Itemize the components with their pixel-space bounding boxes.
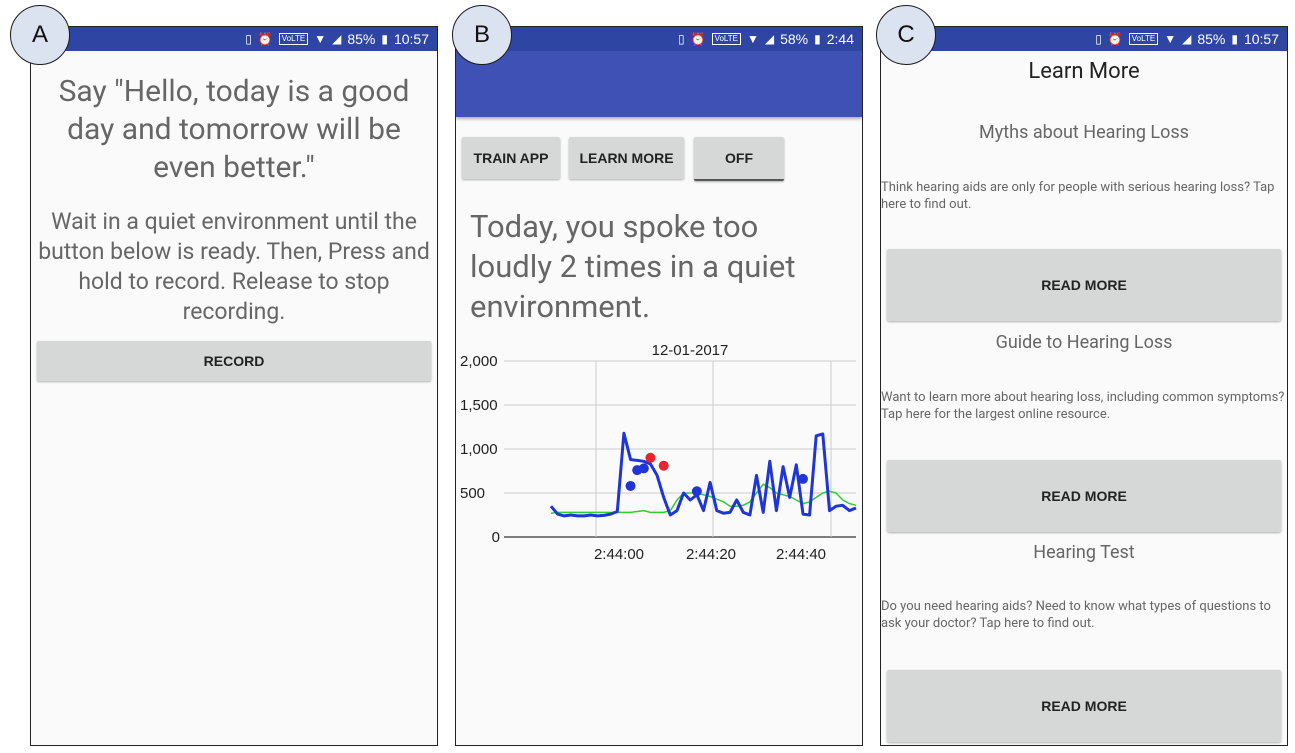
vibrate-icon: ▯	[678, 32, 685, 46]
loudness-chart: 12-01-2017 2,000 1,500 1,000 500 0 2:44:00 2:44…	[460, 342, 857, 563]
signal-icon: ◢	[764, 32, 775, 46]
vibrate-icon: ▯	[1095, 32, 1102, 46]
section-heading: Hearing Test	[1033, 542, 1135, 563]
battery-percent: 85%	[347, 31, 376, 47]
y-tick-label: 1,500	[460, 397, 498, 414]
panel-label-c: C	[876, 5, 936, 65]
data-point	[797, 473, 808, 484]
learn-more-button[interactable]: LEARN MORE	[569, 137, 684, 179]
wifi-icon: ▼	[314, 32, 327, 46]
train-app-button[interactable]: TRAIN APP	[462, 137, 560, 179]
screen-learn-more: ▯ ⏰ VoLTE ▼ ◢ 85% ▮ 10:57 Learn More Myt…	[880, 26, 1288, 746]
series-line	[549, 431, 857, 518]
panel-label-a: A	[10, 5, 70, 65]
volte-icon: VoLTE	[1128, 33, 1159, 45]
y-tick-label: 2,000	[460, 353, 498, 370]
wifi-icon: ▼	[746, 32, 759, 46]
section-heading: Guide to Hearing Loss	[995, 332, 1173, 353]
battery-charging-icon: ▮	[1231, 32, 1238, 46]
y-tick-label: 0	[492, 529, 500, 546]
y-tick-label: 1,000	[460, 441, 498, 458]
data-point	[658, 460, 669, 471]
y-tick-label: 500	[460, 485, 485, 502]
alarm-icon: ⏰	[1107, 32, 1123, 46]
status-bar: ▯ ⏰ VoLTE ▼ ◢ 58% ▮ 2:44	[456, 27, 862, 51]
status-bar: ▯ ⏰ VoLTE ▼ ◢ 85% ▮ 10:57	[881, 27, 1287, 51]
wifi-icon: ▼	[1164, 32, 1177, 46]
vibrate-icon: ▯	[245, 32, 252, 46]
screen-record: ▯ ⏰ VoLTE ▼ ◢ 85% ▮ 10:57 Say "Hello, to…	[30, 26, 438, 746]
section-body: Do you need hearing aids? Need to know w…	[881, 599, 1271, 631]
signal-icon: ◢	[332, 32, 342, 46]
record-button[interactable]: RECORD	[37, 341, 431, 381]
toggle-off-button[interactable]: OFF	[694, 137, 784, 181]
battery-percent: 85%	[1197, 31, 1226, 47]
status-bar: ▯ ⏰ VoLTE ▼ ◢ 85% ▮ 10:57	[31, 27, 437, 51]
app-bar	[456, 51, 862, 117]
read-more-button[interactable]: READ MORE	[887, 670, 1281, 742]
section-body: Want to learn more about hearing loss, i…	[881, 390, 1285, 422]
x-tick-label: 2:44:40	[776, 546, 826, 563]
clock: 10:57	[393, 31, 429, 47]
panel-label-b: B	[452, 5, 512, 65]
section-body: Think hearing aids are only for people w…	[881, 180, 1275, 212]
section-heading: Myths about Hearing Loss	[979, 122, 1189, 143]
read-more-button[interactable]: READ MORE	[887, 249, 1281, 321]
volte-icon: VoLTE	[711, 33, 741, 45]
chart-title: 12-01-2017	[652, 342, 729, 359]
read-more-button[interactable]: READ MORE	[887, 460, 1281, 532]
data-point	[638, 463, 649, 474]
x-tick-label: 2:44:00	[594, 546, 644, 563]
signal-icon: ◢	[1182, 32, 1192, 46]
clock: 2:44	[826, 31, 854, 47]
screen-dashboard: ▯ ⏰ VoLTE ▼ ◢ 58% ▮ 2:44 TRAIN APP LEARN…	[455, 26, 863, 746]
volte-icon: VoLTE	[278, 33, 309, 45]
data-point	[645, 452, 656, 463]
alarm-icon: ⏰	[690, 32, 706, 46]
alarm-icon: ⏰	[257, 32, 273, 46]
x-tick-label: 2:44:20	[686, 546, 736, 563]
data-point	[625, 480, 636, 491]
data-point	[691, 486, 702, 497]
clock: 10:57	[1243, 31, 1279, 47]
prompt-text: Say "Hello, today is a good day and tomo…	[58, 74, 410, 185]
instructions-text: Wait in a quiet environment until the bu…	[38, 208, 430, 325]
page-title: Learn More	[1028, 59, 1140, 84]
summary-text: Today, you spoke too loudly 2 times in a…	[470, 208, 796, 325]
battery-charging-icon: ▮	[381, 32, 388, 46]
battery-icon: ▮	[814, 32, 821, 46]
battery-percent: 58%	[780, 31, 809, 47]
